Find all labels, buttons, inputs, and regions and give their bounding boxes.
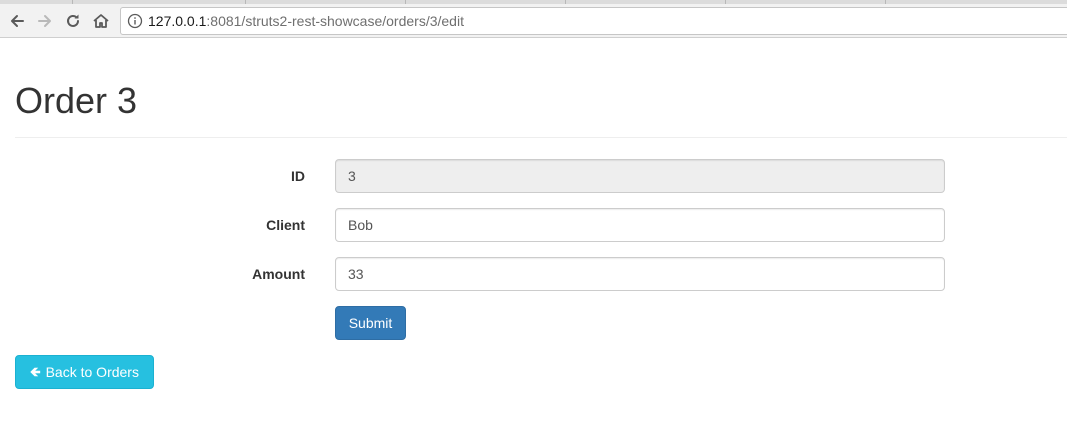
browser-toolbar: 127.0.0.1:8081/struts2-rest-showcase/ord… bbox=[0, 4, 1067, 38]
amount-field[interactable] bbox=[335, 257, 945, 291]
id-field[interactable] bbox=[335, 159, 945, 193]
amount-label: Amount bbox=[252, 266, 305, 282]
home-icon[interactable] bbox=[90, 10, 112, 32]
address-bar[interactable]: 127.0.0.1:8081/struts2-rest-showcase/ord… bbox=[120, 7, 1067, 35]
back-to-orders-label: Back to Orders bbox=[45, 364, 139, 380]
info-icon[interactable] bbox=[127, 13, 143, 29]
id-label: ID bbox=[291, 168, 305, 184]
title-divider bbox=[15, 137, 1067, 138]
url-text: 127.0.0.1:8081/struts2-rest-showcase/ord… bbox=[148, 13, 464, 30]
submit-button[interactable]: Submit bbox=[335, 306, 406, 340]
client-label: Client bbox=[266, 217, 305, 233]
back-arrow-icon[interactable] bbox=[6, 10, 28, 32]
arrow-left-icon: 🡸 bbox=[30, 364, 41, 379]
reload-icon[interactable] bbox=[62, 10, 84, 32]
forward-arrow-icon[interactable] bbox=[34, 10, 56, 32]
back-to-orders-button[interactable]: 🡸 Back to Orders bbox=[15, 355, 154, 389]
url-path: :8081/struts2-rest-showcase/orders/3/edi… bbox=[206, 13, 464, 29]
url-host: 127.0.0.1 bbox=[148, 13, 207, 29]
page-title: Order 3 bbox=[15, 80, 138, 121]
client-field[interactable] bbox=[335, 208, 945, 242]
